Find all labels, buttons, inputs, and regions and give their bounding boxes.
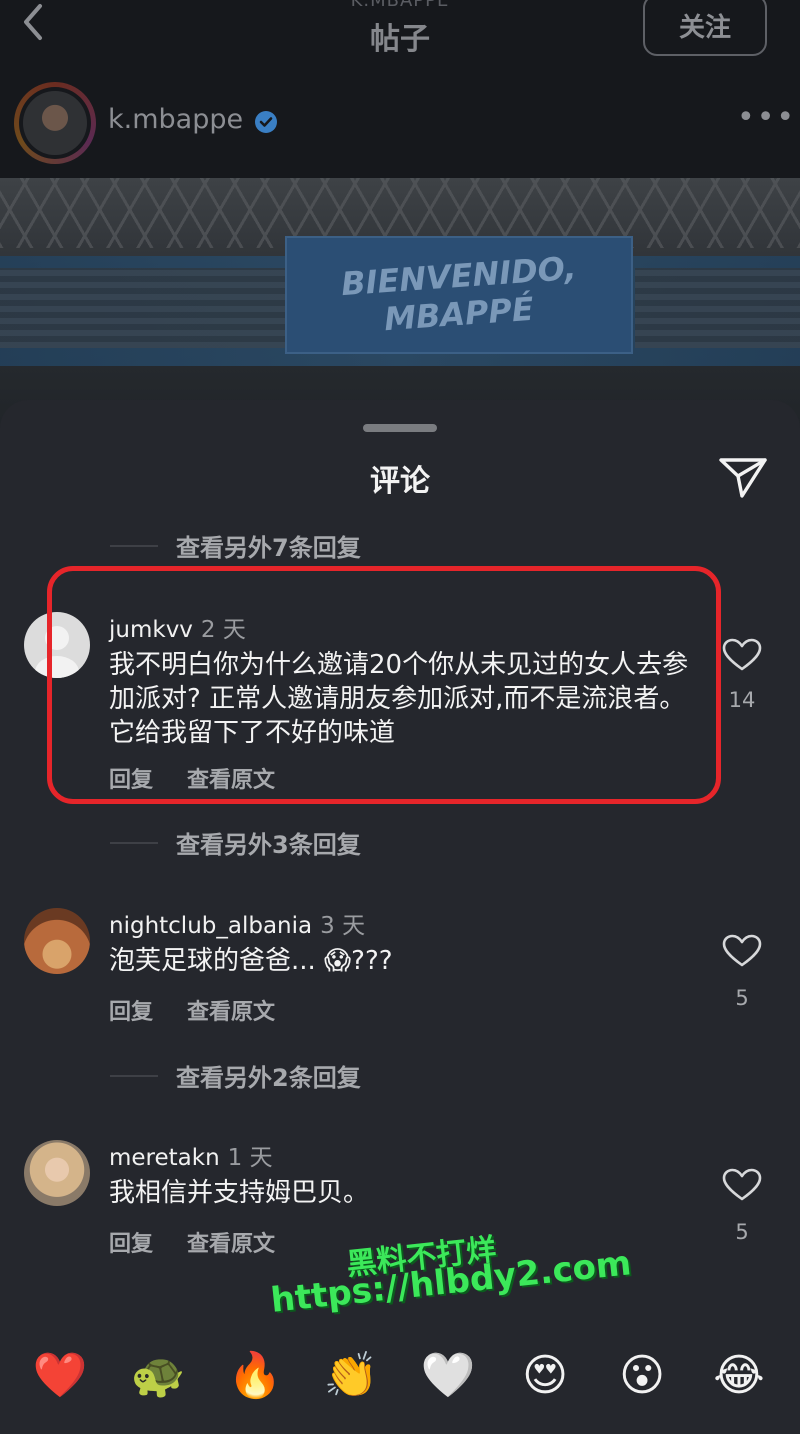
comment-avatar[interactable]: [24, 1140, 90, 1206]
stadium-banner: BIENVENIDO, MBAPPÉ: [285, 236, 633, 354]
post-username[interactable]: k.mbappe: [108, 104, 243, 135]
view-more-replies[interactable]: 查看另外3条回复: [110, 825, 361, 860]
heart-icon[interactable]: [722, 1168, 762, 1202]
comment-age: 3 天: [320, 913, 366, 939]
avatar-image: [23, 91, 87, 155]
comment-username[interactable]: meretakn: [109, 1145, 220, 1171]
view-more-replies-label: 查看另外7条回复: [176, 534, 361, 562]
view-more-replies-label: 查看另外3条回复: [176, 831, 361, 859]
view-more-replies[interactable]: 查看另外2条回复: [110, 1058, 361, 1093]
view-more-replies-label: 查看另外2条回复: [176, 1064, 361, 1092]
comment-username-row: meretakn 1 天: [109, 1138, 273, 1172]
white-heart-emoji-button[interactable]: 🤍: [420, 1348, 476, 1404]
profile-avatar[interactable]: [14, 82, 96, 164]
comment-username[interactable]: nightclub_albania: [109, 913, 312, 939]
comment-avatar[interactable]: [24, 908, 90, 974]
turtle-emoji-button[interactable]: 🐢: [130, 1348, 186, 1404]
follow-button[interactable]: 关注: [643, 0, 767, 56]
heart-icon[interactable]: [722, 934, 762, 968]
heart-emoji-button[interactable]: ❤️: [32, 1348, 88, 1404]
heart-eyes-emoji-button[interactable]: 😍: [517, 1348, 573, 1404]
verified-badge-icon: [255, 111, 277, 133]
post-image: BIENVENIDO, MBAPPÉ: [0, 178, 800, 438]
surprised-emoji-button[interactable]: 😮: [614, 1348, 670, 1404]
comment-text: 泡芙足球的爸爸... 😱???: [109, 946, 393, 976]
heart-icon[interactable]: [722, 638, 762, 672]
comment-actions: 回复 查看原文: [109, 994, 309, 1026]
highlight-box: [47, 566, 721, 804]
like-count: 5: [735, 1220, 749, 1244]
clap-emoji-button[interactable]: 👏: [323, 1348, 379, 1404]
comment-actions: 回复 查看原文: [109, 1226, 309, 1258]
like-count: 14: [728, 688, 756, 712]
top-bar: K.MBAPPE 帖子 关注 k.mbappe •••: [0, 0, 800, 178]
comment-age: 1 天: [227, 1145, 273, 1171]
fire-emoji-button[interactable]: 🔥: [227, 1348, 283, 1404]
laughing-emoji-button[interactable]: 😂: [711, 1348, 767, 1404]
see-translation-button[interactable]: 查看原文: [187, 1000, 275, 1025]
emoji-reaction-bar: ❤️ 🐢 🔥 👏 🤍 😍 😮 😂: [0, 1330, 800, 1434]
comment-text: 我相信并支持姆巴贝。: [109, 1178, 370, 1208]
see-translation-button[interactable]: 查看原文: [187, 1232, 275, 1257]
more-options-icon[interactable]: •••: [737, 103, 794, 136]
comments-title: 评论: [370, 464, 430, 499]
send-icon[interactable]: [718, 456, 768, 500]
view-more-replies[interactable]: 查看另外7条回复: [110, 528, 361, 563]
like-count: 5: [735, 986, 749, 1010]
reply-button[interactable]: 回复: [109, 1232, 153, 1257]
comment-username-row: nightclub_albania 3 天: [109, 906, 365, 940]
reply-button[interactable]: 回复: [109, 1000, 153, 1025]
drag-handle[interactable]: [363, 424, 437, 432]
